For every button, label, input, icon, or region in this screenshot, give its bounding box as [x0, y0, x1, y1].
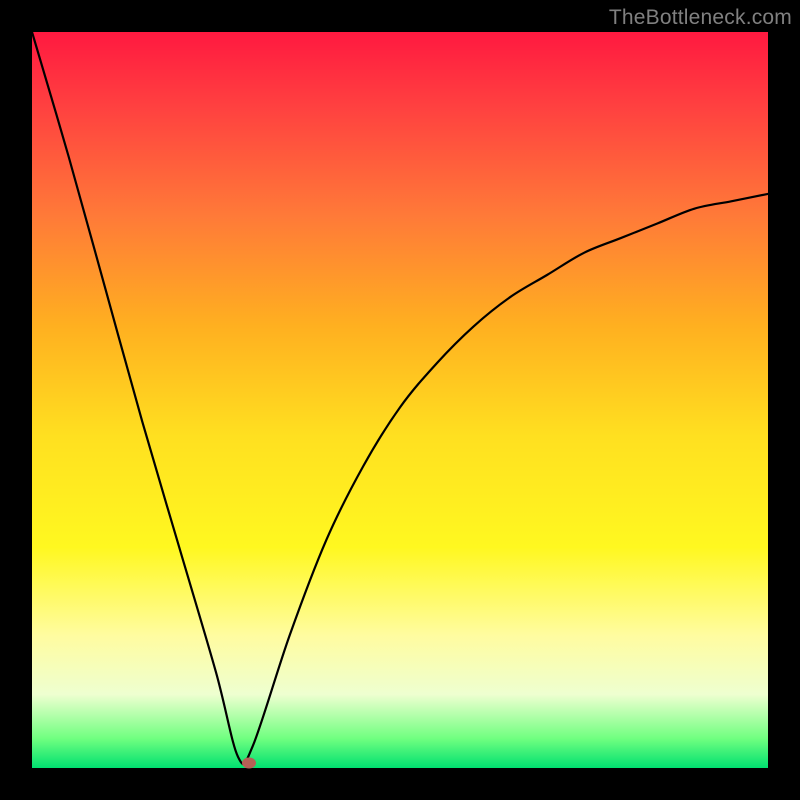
watermark-text: TheBottleneck.com [609, 6, 792, 30]
bottleneck-curve [32, 32, 768, 768]
optimal-point-marker [242, 757, 256, 768]
chart-frame: TheBottleneck.com [0, 0, 800, 800]
